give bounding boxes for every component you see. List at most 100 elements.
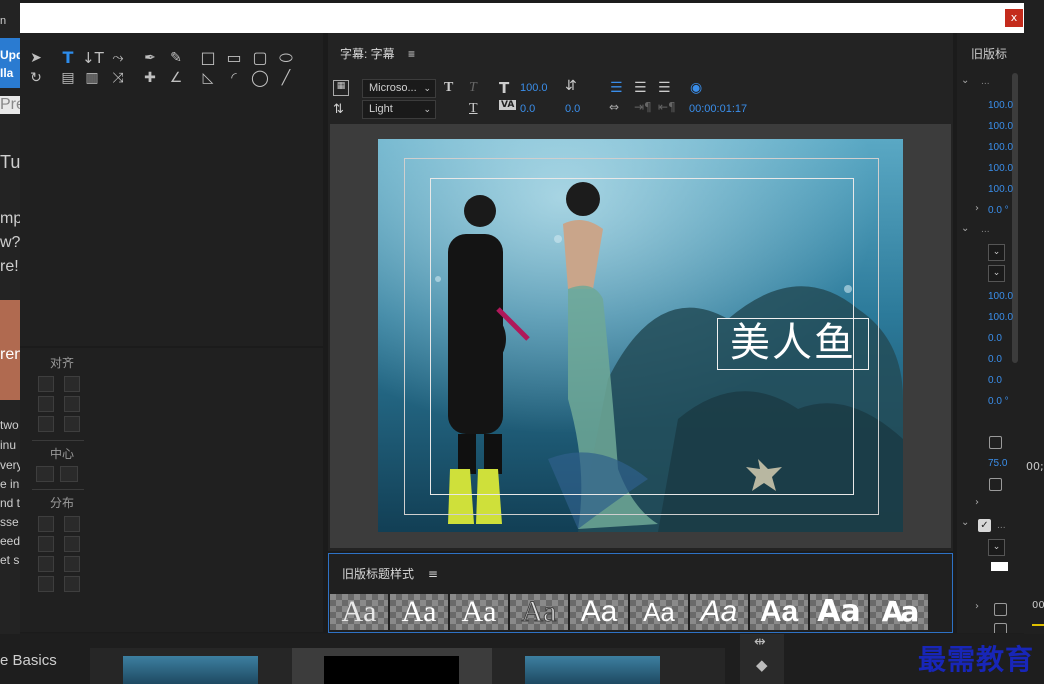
style-swatch[interactable]: Aa: [870, 594, 928, 630]
type-tool-icon[interactable]: T: [58, 48, 78, 68]
checked-checkbox[interactable]: ✓: [978, 519, 991, 532]
style-swatch[interactable]: Aa: [390, 594, 448, 630]
wedge-tool-icon[interactable]: ◺: [198, 68, 218, 88]
property-value[interactable]: 100.0: [988, 291, 1013, 302]
distribute-top-icon[interactable]: [64, 516, 80, 532]
property-value[interactable]: 100.0: [988, 163, 1013, 174]
slip-tool-icon[interactable]: ◆: [756, 656, 768, 674]
align-center-text-icon[interactable]: ☰: [634, 80, 647, 96]
distribute-left-icon[interactable]: [38, 516, 54, 532]
tab-stops-icon[interactable]: ⇅: [333, 101, 344, 117]
distribute-bottom-icon[interactable]: [64, 556, 80, 572]
vertical-area-type-tool-icon[interactable]: ▥: [82, 68, 102, 88]
italic-icon[interactable]: T: [469, 80, 477, 96]
font-style-dropdown[interactable]: Light ⌄: [362, 100, 436, 119]
convert-anchor-point-tool-icon[interactable]: ∠: [166, 68, 186, 88]
chevron-down-icon[interactable]: ⌄: [961, 223, 969, 234]
property-checkbox[interactable]: [994, 603, 1007, 616]
vertical-path-type-tool-icon[interactable]: ⤨: [108, 68, 128, 88]
close-button[interactable]: x: [1005, 9, 1023, 27]
tab-center-icon[interactable]: ⇥¶: [634, 100, 652, 114]
property-value[interactable]: 0.0 °: [988, 396, 1009, 407]
clip-thumbnail[interactable]: [525, 656, 660, 684]
style-swatch[interactable]: Aa: [510, 594, 568, 630]
color-swatch-white[interactable]: [991, 562, 1008, 571]
style-swatch[interactable]: Aa: [810, 594, 868, 630]
clipped-corner-rectangle-tool-icon[interactable]: ▢: [250, 48, 270, 68]
leading-value[interactable]: 0.0: [565, 103, 580, 115]
ellipse-tool-icon[interactable]: ◯: [250, 68, 270, 88]
ripple-icon[interactable]: ⇹: [754, 634, 766, 650]
style-swatch[interactable]: Aa: [330, 594, 388, 630]
tab-left-icon[interactable]: ⇔: [609, 100, 619, 114]
chevron-right-icon[interactable]: ›: [975, 497, 979, 508]
center-horizontal-icon[interactable]: [36, 466, 54, 482]
show-background-video-icon[interactable]: ◉: [690, 80, 702, 96]
align-bottom-icon[interactable]: [64, 416, 80, 432]
panel-menu-icon[interactable]: ≡: [408, 47, 415, 61]
roll-crawl-options-icon[interactable]: ▦: [333, 80, 349, 96]
property-value[interactable]: 100.0: [988, 100, 1013, 111]
chevron-right-icon[interactable]: ›: [975, 203, 979, 214]
clip-thumbnail[interactable]: [123, 656, 258, 684]
distribute-vertical-spacing-icon[interactable]: [64, 576, 80, 592]
align-right-text-icon[interactable]: ☰: [658, 80, 671, 96]
vertical-type-tool-icon[interactable]: ↓T: [82, 48, 104, 68]
selection-tool-icon[interactable]: ➤: [26, 48, 46, 68]
align-left-icon[interactable]: [38, 376, 54, 392]
align-top-icon[interactable]: [64, 396, 80, 412]
caption-text-box[interactable]: 美人鱼: [717, 318, 869, 370]
align-horizontal-center-icon[interactable]: [38, 396, 54, 412]
clip-thumbnail[interactable]: [324, 656, 459, 684]
property-value[interactable]: 75.0: [988, 458, 1007, 469]
underline-icon[interactable]: T: [469, 101, 478, 117]
font-size-value[interactable]: 100.0: [520, 82, 548, 94]
panel-menu-icon[interactable]: ≡: [428, 567, 438, 581]
distribute-middle-icon[interactable]: [64, 536, 80, 552]
center-vertical-icon[interactable]: [60, 466, 78, 482]
rounded-rectangle-tool-icon[interactable]: ▭: [224, 48, 244, 68]
add-anchor-point-tool-icon[interactable]: ✚: [140, 68, 160, 88]
area-type-tool-icon[interactable]: ▤: [58, 68, 78, 88]
style-swatch[interactable]: Aa: [630, 594, 688, 630]
rotation-tool-icon[interactable]: ↻: [26, 68, 46, 88]
line-tool-icon[interactable]: ╱: [276, 68, 296, 88]
rounded-corner-rectangle-tool-icon[interactable]: ⬭: [276, 48, 296, 68]
timecode[interactable]: 00:00:01:17: [689, 103, 747, 115]
property-checkbox[interactable]: [989, 478, 1002, 491]
property-value[interactable]: 0.0: [988, 354, 1002, 365]
property-value[interactable]: 0.0 °: [988, 205, 1009, 216]
path-type-tool-icon[interactable]: ⤳: [108, 48, 128, 68]
property-value[interactable]: 0.0: [988, 333, 1002, 344]
property-value[interactable]: 100.0: [988, 142, 1013, 153]
bold-icon[interactable]: T: [444, 80, 453, 96]
property-value[interactable]: 0.0: [988, 375, 1002, 386]
kerning-value[interactable]: 0.0: [520, 103, 535, 115]
style-swatch[interactable]: Aa: [570, 594, 628, 630]
align-vertical-center-icon[interactable]: [64, 376, 80, 392]
arc-tool-icon[interactable]: ◜: [224, 68, 244, 88]
distribute-horizontal-spacing-icon[interactable]: [38, 576, 54, 592]
property-dropdown[interactable]: ⌄: [988, 539, 1005, 556]
pen-tool-icon[interactable]: ✒: [140, 48, 160, 68]
chevron-down-icon[interactable]: ⌄: [961, 75, 969, 86]
property-checkbox[interactable]: [989, 436, 1002, 449]
tab-right-icon[interactable]: ⇤¶: [658, 100, 676, 114]
property-value[interactable]: 100.0: [988, 312, 1013, 323]
style-swatch[interactable]: Aa: [750, 594, 808, 630]
style-swatch[interactable]: Aa: [450, 594, 508, 630]
property-value[interactable]: 100.0: [988, 121, 1013, 132]
delete-anchor-point-tool-icon[interactable]: ✎: [166, 48, 186, 68]
align-left-text-icon[interactable]: ☰: [610, 80, 623, 96]
property-dropdown[interactable]: ⌄: [988, 265, 1005, 282]
chevron-down-icon[interactable]: ⌄: [961, 517, 969, 528]
property-value[interactable]: 100.0: [988, 184, 1013, 195]
style-swatch[interactable]: Aa: [690, 594, 748, 630]
chevron-right-icon[interactable]: ›: [975, 601, 979, 612]
property-checkbox[interactable]: [994, 623, 1007, 633]
distribute-center-icon[interactable]: [38, 536, 54, 552]
font-family-dropdown[interactable]: Microso... ⌄: [362, 79, 436, 98]
distribute-right-icon[interactable]: [38, 556, 54, 572]
rectangle-tool-icon[interactable]: □: [198, 48, 218, 68]
align-right-icon[interactable]: [38, 416, 54, 432]
